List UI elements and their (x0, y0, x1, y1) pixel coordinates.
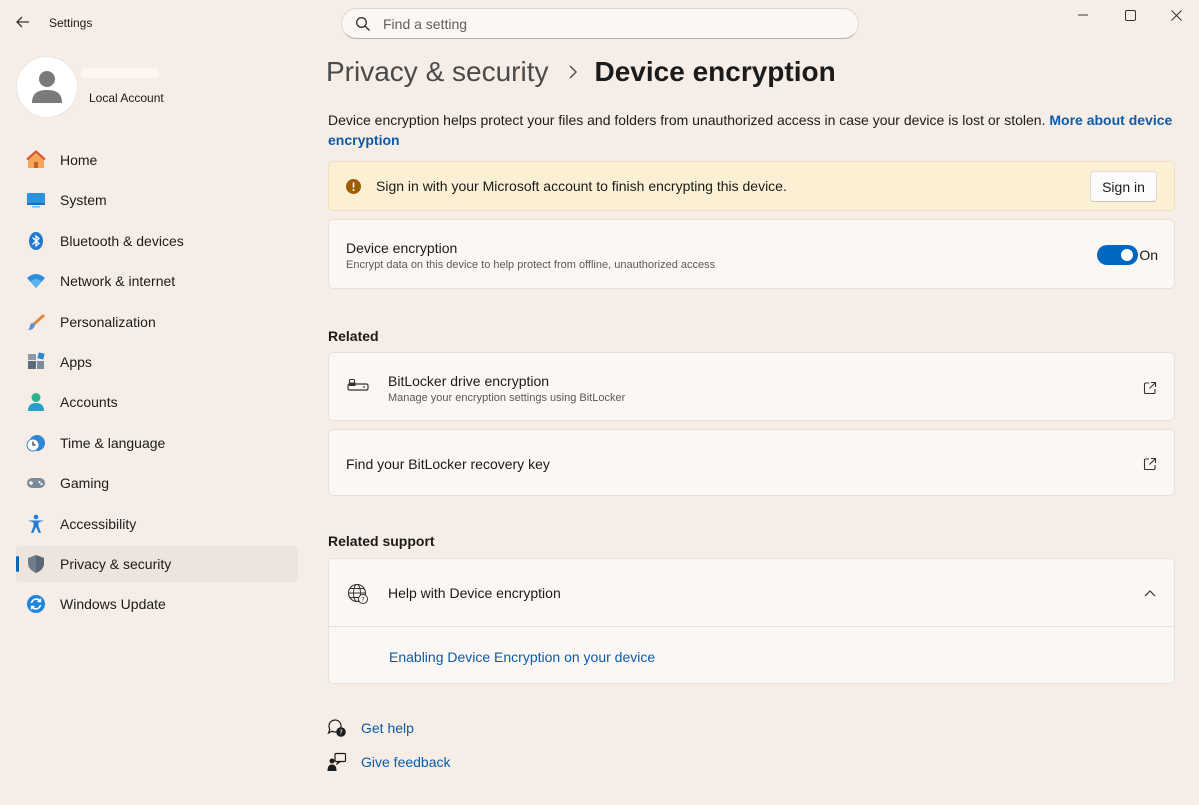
sidebar-item-accessibility[interactable]: Accessibility (16, 506, 298, 542)
open-external-icon (1143, 381, 1157, 395)
toggle-knob (1121, 249, 1133, 261)
search-icon (356, 16, 370, 31)
maximize-button[interactable] (1107, 4, 1153, 26)
shield-icon (26, 554, 46, 574)
device-encryption-card: Device encryption Encrypt data on this d… (328, 219, 1175, 289)
sidebar-item-privacy-security[interactable]: Privacy & security (16, 545, 298, 582)
page-description: Device encryption helps protect your fil… (328, 110, 1178, 150)
get-help-link[interactable]: ? Get help (327, 718, 414, 738)
recovery-key-card[interactable]: Find your BitLocker recovery key (328, 429, 1175, 496)
app-title: Settings (49, 16, 93, 30)
person-avatar-icon (32, 71, 62, 103)
sidebar-item-label: Apps (60, 353, 92, 370)
device-encryption-toggle[interactable] (1097, 245, 1138, 265)
minimize-icon (1078, 14, 1088, 16)
breadcrumb-parent[interactable]: Privacy & security (326, 56, 549, 88)
close-icon (1170, 9, 1182, 21)
wifi-icon (26, 271, 46, 291)
help-expander-header[interactable]: ? Help with Device encryption (329, 559, 1174, 627)
description-text: Device encryption helps protect your fil… (328, 112, 1046, 128)
sidebar-item-bluetooth[interactable]: Bluetooth & devices (16, 223, 298, 259)
profile-name-redacted (81, 68, 159, 78)
breadcrumb: Privacy & security Device encryption (326, 56, 836, 88)
sidebar-item-system[interactable]: System (16, 182, 298, 218)
signin-warning-banner: Sign in with your Microsoft account to f… (328, 161, 1175, 211)
accessibility-icon (26, 514, 46, 534)
device-encryption-title: Device encryption (346, 240, 458, 256)
give-feedback-link[interactable]: Give feedback (327, 752, 451, 772)
sidebar-item-label: Privacy & security (60, 555, 172, 572)
give-feedback-label: Give feedback (361, 754, 451, 770)
person-icon (26, 392, 46, 412)
avatar[interactable] (17, 57, 77, 117)
profile: Local Account (17, 57, 164, 117)
bitlocker-card[interactable]: BitLocker drive encryption Manage your e… (328, 352, 1175, 421)
sign-in-button[interactable]: Sign in (1090, 171, 1157, 202)
account-type: Local Account (89, 91, 164, 105)
minimize-button[interactable] (1060, 4, 1106, 26)
bluetooth-icon (26, 231, 46, 251)
help-expander: ? Help with Device encryption Enabling D… (328, 558, 1175, 684)
toggle-state-label: On (1139, 247, 1158, 263)
banner-text: Sign in with your Microsoft account to f… (376, 178, 787, 194)
close-button[interactable] (1153, 4, 1199, 26)
bitlocker-subtitle: Manage your encryption settings using Bi… (388, 392, 626, 404)
gamepad-icon (26, 473, 46, 493)
sidebar-item-label: Time & language (60, 434, 166, 451)
drive-lock-icon (347, 379, 369, 391)
feedback-icon (327, 752, 347, 771)
back-button[interactable] (12, 10, 34, 34)
sidebar-item-label: Windows Update (60, 596, 166, 613)
svg-text:?: ? (361, 595, 364, 603)
sidebar-item-windows-update[interactable]: Windows Update (16, 586, 298, 622)
sidebar-item-label: Home (60, 152, 98, 168)
sidebar-item-time-language[interactable]: Time & language (16, 425, 298, 461)
recovery-key-title: Find your BitLocker recovery key (346, 456, 550, 472)
enabling-encryption-link[interactable]: Enabling Device Encryption on your devic… (389, 649, 655, 665)
help-chat-icon: ? (327, 719, 346, 737)
sidebar-item-home[interactable]: Home (16, 142, 298, 178)
apps-icon (26, 352, 46, 372)
sidebar-item-gaming[interactable]: Gaming (16, 465, 298, 501)
sidebar-item-personalization[interactable]: Personalization (16, 304, 298, 340)
clock-globe-icon (26, 433, 46, 453)
chevron-up-icon (1144, 590, 1156, 597)
related-support-heading: Related support (328, 533, 435, 549)
sidebar-item-label: Accessibility (60, 515, 137, 532)
search-box[interactable] (341, 8, 859, 39)
sidebar-item-label: Personalization (60, 313, 156, 330)
sidebar-item-label: System (60, 192, 107, 209)
warning-icon (346, 178, 361, 194)
get-help-label: Get help (361, 720, 414, 736)
brush-icon (26, 312, 46, 332)
system-icon (26, 190, 46, 210)
sidebar-item-apps[interactable]: Apps (16, 344, 298, 380)
chevron-right-icon (568, 65, 577, 79)
title-bar: Settings (0, 0, 1199, 46)
sidebar-item-accounts[interactable]: Accounts (16, 384, 298, 420)
svg-text:?: ? (339, 729, 343, 737)
maximize-icon (1124, 9, 1136, 21)
sidebar-item-label: Gaming (60, 475, 110, 492)
home-icon (26, 150, 46, 170)
related-heading: Related (328, 328, 379, 344)
bitlocker-title: BitLocker drive encryption (388, 373, 550, 389)
help-expander-title: Help with Device encryption (388, 585, 561, 601)
sidebar-item-label: Bluetooth & devices (60, 232, 184, 249)
globe-help-icon: ? (347, 583, 368, 604)
selection-indicator (16, 555, 19, 572)
sidebar-nav: Home System Bluetooth & devices Network … (16, 142, 298, 627)
sidebar-item-label: Network & internet (60, 273, 176, 290)
back-arrow-icon (16, 16, 29, 28)
open-external-icon (1143, 457, 1157, 471)
sidebar-item-network[interactable]: Network & internet (16, 263, 298, 299)
sidebar-item-label: Accounts (60, 394, 118, 411)
sync-icon (26, 594, 46, 614)
search-input[interactable] (383, 15, 823, 32)
device-encryption-subtitle: Encrypt data on this device to help prot… (346, 259, 716, 271)
page-title: Device encryption (594, 56, 836, 87)
